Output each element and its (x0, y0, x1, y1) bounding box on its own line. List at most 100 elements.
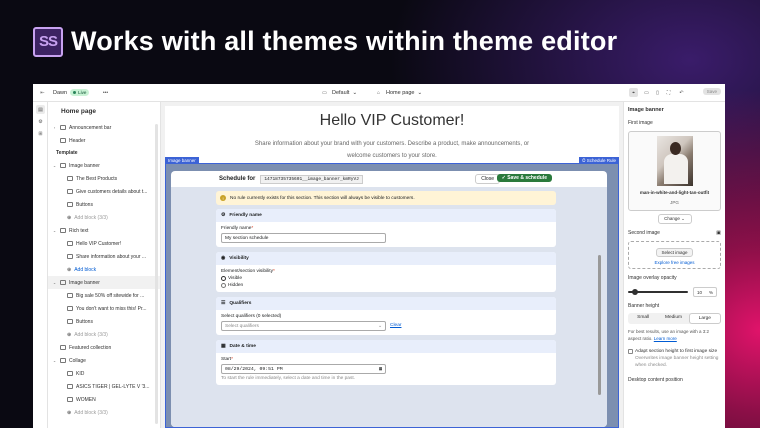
adapt-help: Overwrites image banner height setting w… (635, 356, 719, 368)
select-image-button[interactable]: Select image (656, 248, 693, 257)
save-button[interactable]: Save (702, 88, 721, 95)
sidebar-section-item[interactable]: ⌄ Image banner (48, 276, 160, 289)
learn-more-link[interactable]: Learn more (654, 336, 677, 341)
fullscreen-icon: ⛶ (666, 89, 671, 96)
inspector-toggle[interactable]: ⌖ (629, 88, 638, 97)
sidebar-section-item[interactable]: ⌄ Collage (48, 354, 160, 367)
fullscreen-view[interactable]: ⛶ (664, 88, 673, 97)
adapt-label: Adapt section height to first image size (635, 349, 718, 354)
sidebar-section-item[interactable]: ⌄ Rich text (48, 224, 160, 237)
change-image-button[interactable]: Change ⌄ (657, 214, 692, 224)
overlay-slider[interactable]: 10% (628, 287, 721, 297)
sidebar-item-label: Collage (69, 357, 86, 364)
height-small[interactable]: Small (628, 313, 658, 324)
sidebar-block-item[interactable]: You don't want to miss this! Pr... (48, 302, 160, 315)
start-datetime-input[interactable]: 08/29/2024, 09:51 PM ▦ (221, 364, 386, 374)
sidebar-item-label: Image banner (69, 162, 100, 169)
apps-icon[interactable]: ⊞ (36, 129, 45, 138)
chevron-down-icon[interactable]: ⌄ (52, 163, 57, 168)
exit-button[interactable]: ⇤ (38, 88, 47, 97)
chevron-down-icon: ⌄ (352, 89, 358, 96)
sections-sidebar: Home page › Announcement bar Header Templat… (48, 102, 161, 428)
radio-label: Visible (228, 276, 243, 281)
gear-icon[interactable]: ⚙ (36, 117, 45, 126)
chevron-down-icon[interactable]: ⌄ (52, 358, 57, 363)
undo-button[interactable]: ↶ (677, 88, 686, 97)
live-label: Live (78, 90, 87, 95)
more-button[interactable]: ••• (101, 88, 110, 97)
block-icon (67, 319, 73, 324)
required-mark: * (273, 269, 275, 274)
sidebar-item-label: The Best Products (76, 175, 118, 182)
overlay-input[interactable]: 10% (693, 287, 717, 297)
sidebar-item-label: Big sale 50% off sitewide for ... (76, 292, 145, 299)
mobile-view[interactable]: ▯ (653, 88, 662, 97)
sidebar-block-item[interactable]: Give customers details about t... (48, 185, 160, 198)
card-body: Element/section visibility* Visible Hidd… (216, 265, 556, 292)
desktop-view[interactable]: ▭ (642, 88, 651, 97)
friendly-name-input[interactable]: My section schedule (221, 233, 386, 243)
sections-icon[interactable]: ▤ (36, 105, 45, 114)
image-banner-section[interactable]: Image banner ⏱ Schedule Rule Schedule fo… (165, 157, 619, 428)
sidebar-block-item: ⊕ Add block (3/3) (48, 406, 160, 419)
theme-label: Dawn (53, 89, 68, 96)
chevron-down-icon: ⌄ (417, 89, 423, 96)
second-image-picker: Select image Explore free images (628, 241, 721, 269)
schedule-rule-button[interactable]: ⏱ Schedule Rule (578, 157, 619, 164)
template-select[interactable]: ▭ Default ⌄ (320, 88, 357, 97)
sidebar-block-item[interactable]: Buttons (48, 315, 160, 328)
sidebar-item-label: Share information about your ... (76, 253, 147, 260)
section-icon (60, 228, 66, 233)
hidden-radio[interactable]: Hidden (221, 283, 551, 288)
calendar-icon[interactable]: ▦ (379, 367, 382, 372)
overlay-unit: % (708, 289, 713, 295)
friendly-name-card: ⚙ Friendly name Friendly name* My section… (216, 209, 556, 247)
sidebar-block-item: ⊕ Add block (3/3) (48, 211, 160, 224)
sidebar-block-item[interactable]: Hello VIP Customer! (48, 237, 160, 250)
qualifiers-select[interactable]: Select qualifiers ⌄ (221, 321, 386, 331)
visibility-label: Element/section visibility (221, 269, 273, 274)
card-header: ⚙ Friendly name (216, 209, 556, 222)
card-header: ▦ Date & time (216, 340, 556, 353)
first-image-picker[interactable]: man-in-white-and-light-tan-outfit JPG (628, 131, 721, 211)
sidebar-block-item[interactable]: Big sale 50% off sitewide for ... (48, 289, 160, 302)
block-icon (67, 397, 73, 402)
sidebar-title: Home page (61, 108, 97, 115)
friendly-name-label: Friendly name (221, 226, 252, 231)
second-image-row: Second image ▣ (624, 228, 725, 238)
explore-images-link[interactable]: Explore free images (629, 260, 720, 265)
sidebar-block-item[interactable]: KID (48, 367, 160, 380)
chevron-right-icon[interactable]: › (52, 125, 57, 130)
block-icon (67, 254, 73, 259)
chevron-down-icon[interactable]: ⌄ (52, 280, 57, 285)
adapt-height-checkbox[interactable]: Adapt section height to first image size… (624, 344, 725, 373)
sidebar-block-item[interactable]: Share information about your ... (48, 250, 160, 263)
sidebar-item-label: Add block (3/3) (74, 331, 108, 338)
sidebar-section-item[interactable]: Header (48, 134, 160, 147)
sidebar-scrollbar[interactable] (155, 124, 158, 424)
sidebar-block-item[interactable]: WOMEN (48, 393, 160, 406)
sidebar-section-item[interactable]: › Announcement bar (48, 121, 160, 134)
section-tag[interactable]: Image banner (165, 157, 199, 164)
sidebar-section-item[interactable]: Featured collection (48, 341, 160, 354)
add-block-button[interactable]: ⊕ Add block (48, 263, 160, 276)
sidebar-block-item[interactable]: Buttons (48, 198, 160, 211)
modal-scrollbar[interactable] (598, 255, 601, 395)
chevron-down-icon[interactable]: ⌄ (52, 228, 57, 233)
sidebar-section-item[interactable]: ⌄ Image banner (48, 159, 160, 172)
field-label: Start* (221, 357, 551, 362)
height-medium[interactable]: Medium (658, 313, 688, 324)
page-select[interactable]: ⌂ Home page ⌄ (374, 88, 422, 97)
clear-link[interactable]: Clear (390, 323, 401, 328)
card-title: Visibility (229, 256, 249, 261)
sidebar-item-label: Buttons (76, 318, 93, 325)
template-label: Default (332, 89, 350, 96)
visible-radio[interactable]: Visible (221, 276, 551, 281)
settings-title: Image banner (628, 107, 664, 113)
sidebar-block-item[interactable]: ASICS TIGER | GEL-LYTE V '3... (48, 380, 160, 393)
sidebar-block-item[interactable]: The Best Products (48, 172, 160, 185)
height-large[interactable]: Large (688, 313, 721, 324)
sidebar-list: › Announcement bar Header Template ⌄ Image ba… (48, 121, 160, 419)
slider-knob[interactable] (632, 289, 638, 295)
save-schedule-button[interactable]: ✓ Save & schedule (496, 174, 552, 182)
